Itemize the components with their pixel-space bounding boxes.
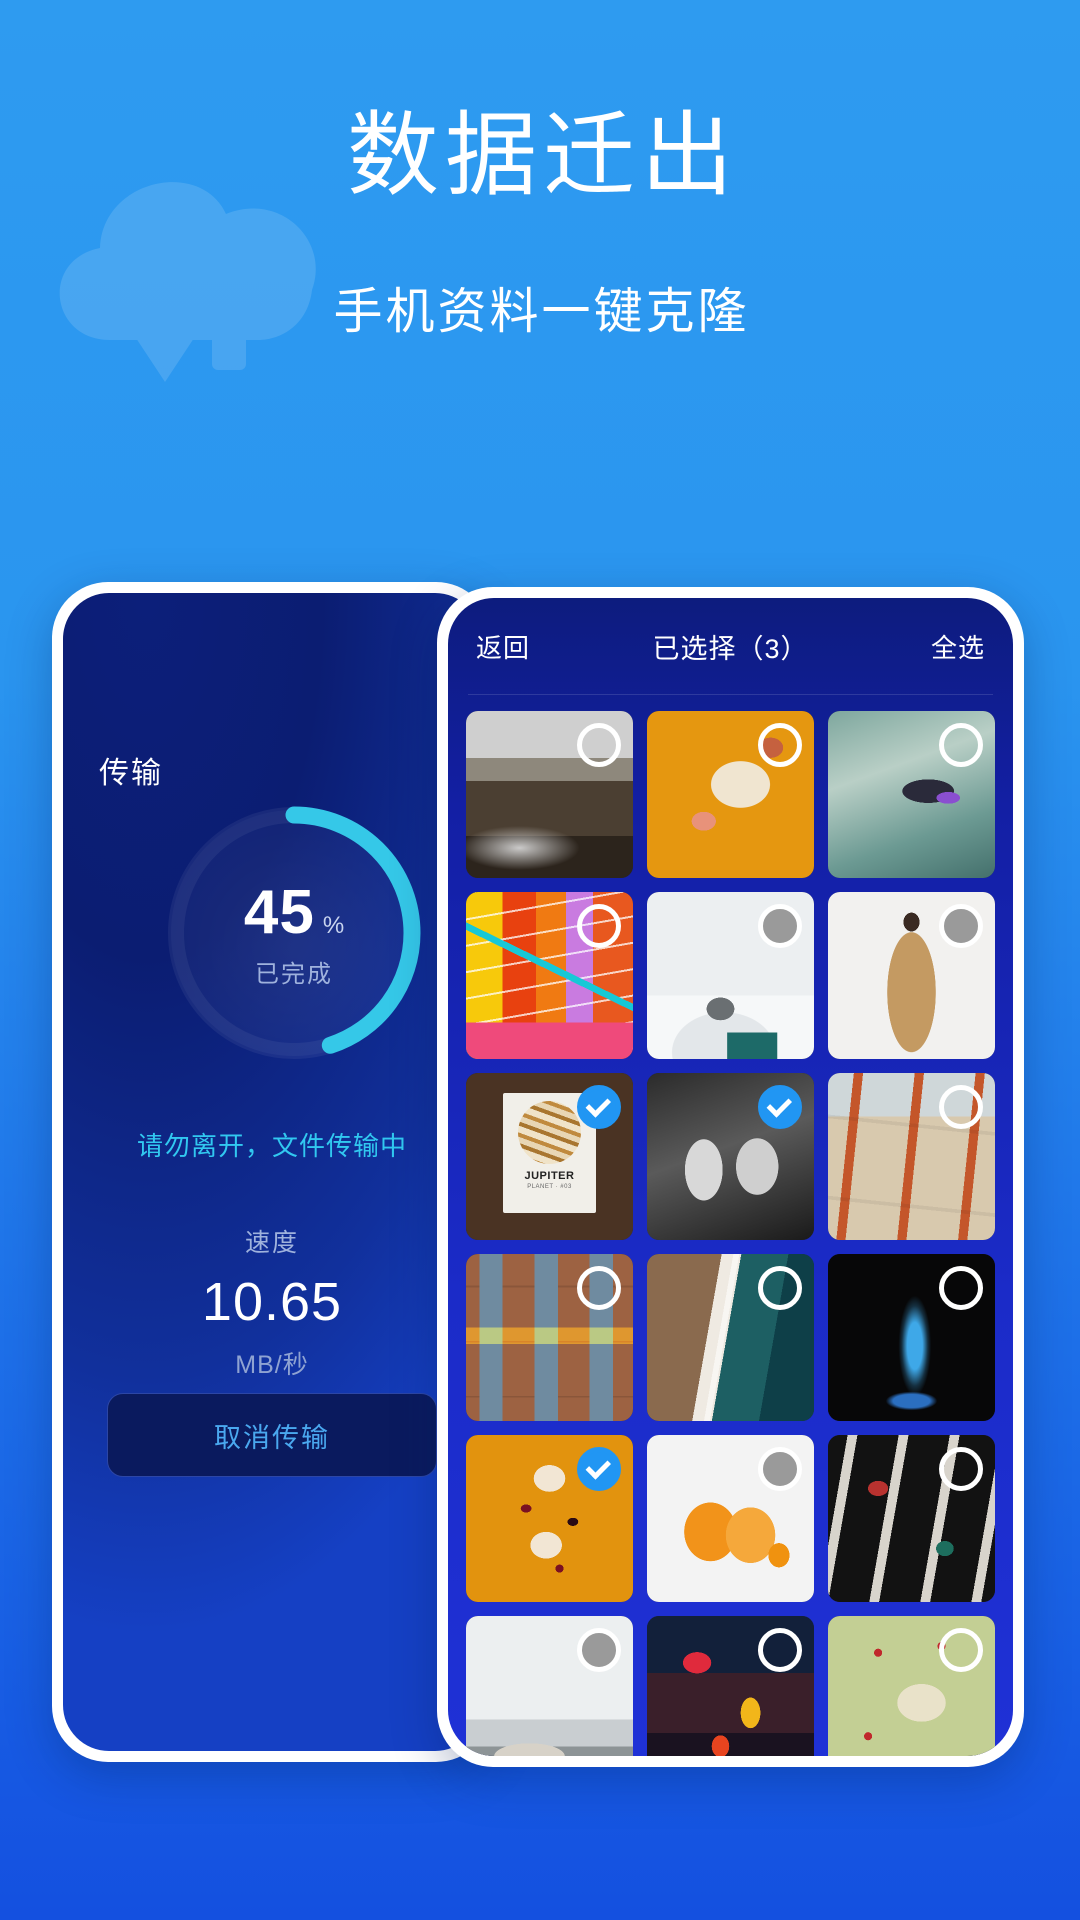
photo-checkbox-checked[interactable] — [758, 1085, 802, 1129]
photo-cell[interactable]: JUPITER PLANET · #03 — [466, 1073, 633, 1240]
photo-cell[interactable] — [828, 1616, 995, 1756]
photo-cell[interactable] — [828, 711, 995, 878]
photo-cell[interactable] — [647, 1616, 814, 1756]
select-all-button[interactable]: 全选 — [931, 628, 985, 665]
photo-cell[interactable] — [828, 1073, 995, 1240]
photo-cell[interactable] — [647, 1073, 814, 1240]
photo-cell[interactable] — [828, 892, 995, 1059]
page-subtitle: 手机资料一键克隆 — [333, 285, 750, 339]
photo-checkbox[interactable] — [577, 1266, 621, 1310]
speed-unit: MB/秒 — [235, 1351, 309, 1379]
photo-picker-screen: 返回 已选择（3） 全选 JUPITER PLANET · #03 — [448, 598, 1013, 1756]
photo-checkbox[interactable] — [939, 1085, 983, 1129]
progress-percent: 45 — [243, 878, 315, 947]
progress-percent-symbol: % — [322, 912, 345, 939]
photo-checkbox[interactable] — [939, 1447, 983, 1491]
photo-grid[interactable]: JUPITER PLANET · #03 — [448, 695, 1013, 1756]
photo-cell[interactable] — [647, 1435, 814, 1602]
selected-count-title: 已选择（3） — [652, 633, 809, 664]
photo-cell[interactable] — [466, 1435, 633, 1602]
photo-cell[interactable] — [466, 1254, 633, 1421]
photo-cell[interactable] — [466, 892, 633, 1059]
photo-checkbox[interactable] — [939, 1628, 983, 1672]
photo-checkbox[interactable] — [577, 904, 621, 948]
left-phone-mockup: 传输 45 % 已完成 请勿离开，文件传输中 速度 10.65 MB/秒 取消传… — [52, 582, 492, 1762]
photo-checkbox-checked[interactable] — [577, 1447, 621, 1491]
photo-checkbox[interactable] — [577, 723, 621, 767]
right-phone-mockup: 返回 已选择（3） 全选 JUPITER PLANET · #03 — [437, 587, 1024, 1767]
photo-checkbox[interactable] — [939, 1266, 983, 1310]
photo-cell[interactable] — [828, 1254, 995, 1421]
photo-checkbox[interactable] — [758, 904, 802, 948]
progress-ring: 45 % 已完成 — [159, 798, 429, 1068]
photo-checkbox[interactable] — [758, 1266, 802, 1310]
photo-cell[interactable] — [647, 1254, 814, 1421]
progress-label: 已完成 — [255, 961, 333, 988]
progress-center: 45 % 已完成 — [159, 798, 429, 1068]
photo-checkbox-checked[interactable] — [577, 1085, 621, 1129]
picker-header: 返回 已选择（3） 全选 — [448, 598, 1013, 694]
photo-cell[interactable] — [828, 1435, 995, 1602]
transfer-tip: 请勿离开，文件传输中 — [136, 1131, 407, 1161]
photo-checkbox[interactable] — [758, 723, 802, 767]
photo-checkbox[interactable] — [939, 904, 983, 948]
transfer-title: 传输 — [99, 757, 163, 790]
back-button[interactable]: 返回 — [476, 628, 530, 665]
photo-cell[interactable] — [647, 892, 814, 1059]
photo-cell[interactable] — [647, 711, 814, 878]
page-title: 数据迁出 — [346, 105, 739, 207]
speed-block: 速度 10.65 MB/秒 — [63, 1223, 481, 1381]
photo-cell[interactable] — [466, 1616, 633, 1756]
speed-label: 速度 — [244, 1229, 299, 1257]
photo-cell[interactable] — [466, 711, 633, 878]
cancel-transfer-button[interactable]: 取消传输 — [107, 1393, 437, 1477]
photo-checkbox[interactable] — [758, 1447, 802, 1491]
transfer-screen: 传输 45 % 已完成 请勿离开，文件传输中 速度 10.65 MB/秒 取消传… — [63, 593, 481, 1751]
photo-checkbox[interactable] — [939, 723, 983, 767]
speed-value: 10.65 — [201, 1272, 343, 1332]
photo-checkbox[interactable] — [577, 1628, 621, 1672]
photo-checkbox[interactable] — [758, 1628, 802, 1672]
